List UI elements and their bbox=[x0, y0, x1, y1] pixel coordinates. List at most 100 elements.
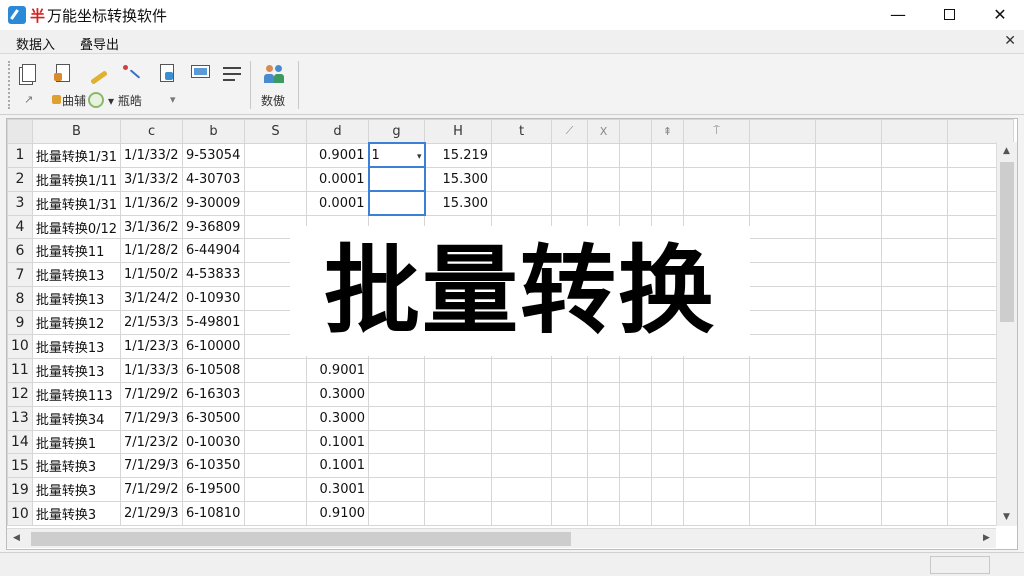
table-cell[interactable] bbox=[651, 142, 685, 168]
table-cell[interactable] bbox=[491, 357, 553, 383]
table-cell[interactable] bbox=[881, 214, 949, 240]
settings-icon[interactable] bbox=[222, 63, 244, 85]
table-cell[interactable] bbox=[244, 357, 308, 383]
table-cell[interactable]: 批量转换1/11 bbox=[31, 166, 122, 192]
table-cell[interactable] bbox=[424, 453, 493, 479]
table-cell[interactable] bbox=[815, 310, 883, 336]
table-cell[interactable] bbox=[368, 453, 426, 479]
table-cell[interactable] bbox=[749, 334, 817, 359]
table-cell[interactable] bbox=[881, 453, 949, 479]
table-cell[interactable] bbox=[587, 142, 621, 168]
table-cell[interactable]: 0-10030 bbox=[182, 429, 246, 455]
users-icon[interactable] bbox=[263, 63, 285, 85]
column-header[interactable]: g bbox=[368, 119, 426, 144]
table-cell[interactable] bbox=[619, 381, 653, 407]
table-cell[interactable]: 7/1/29/3 bbox=[120, 405, 184, 431]
table-cell[interactable] bbox=[551, 190, 589, 216]
table-cell[interactable]: 0.3000 bbox=[306, 381, 370, 407]
table-cell[interactable] bbox=[587, 381, 621, 407]
table-cell[interactable] bbox=[683, 405, 751, 431]
table-cell[interactable] bbox=[651, 405, 685, 431]
row-header[interactable]: 2 bbox=[7, 166, 33, 192]
table-cell[interactable]: 2/1/53/3 bbox=[120, 310, 184, 336]
row-header[interactable]: 9 bbox=[7, 310, 33, 336]
table-cell[interactable] bbox=[424, 477, 493, 503]
dropdown-arrow-icon[interactable]: ▾ bbox=[170, 93, 176, 106]
dropdown-arrow-icon[interactable]: ▾ bbox=[417, 152, 422, 162]
table-cell[interactable] bbox=[815, 286, 883, 312]
table-cell[interactable] bbox=[491, 453, 553, 479]
table-cell[interactable] bbox=[749, 477, 817, 503]
table-cell[interactable]: 批量转换13 bbox=[31, 357, 122, 383]
table-cell[interactable]: 4-30703 bbox=[182, 166, 246, 192]
table-cell[interactable]: 批量转换3 bbox=[31, 477, 122, 503]
table-cell[interactable] bbox=[551, 357, 589, 383]
row-header[interactable]: 7 bbox=[7, 262, 33, 288]
table-cell[interactable] bbox=[551, 477, 589, 503]
copy-icon[interactable] bbox=[18, 63, 40, 85]
table-cell[interactable]: 0.1001 bbox=[306, 453, 370, 479]
table-cell[interactable] bbox=[368, 429, 426, 455]
table-cell[interactable] bbox=[619, 357, 653, 383]
table-cell[interactable] bbox=[368, 357, 426, 383]
vertical-scroll-thumb[interactable] bbox=[1000, 162, 1014, 322]
table-cell[interactable] bbox=[551, 453, 589, 479]
vertical-scrollbar[interactable]: ▲ ▼ bbox=[996, 142, 1017, 526]
column-header[interactable]: ⍑ bbox=[683, 119, 751, 144]
table-cell[interactable] bbox=[683, 357, 751, 383]
table-cell[interactable] bbox=[491, 166, 553, 192]
table-cell[interactable] bbox=[587, 453, 621, 479]
scroll-right-icon[interactable]: ▶ bbox=[983, 533, 990, 543]
table-cell[interactable] bbox=[881, 381, 949, 407]
table-cell[interactable] bbox=[881, 357, 949, 383]
table-cell[interactable] bbox=[815, 190, 883, 216]
table-cell[interactable] bbox=[244, 501, 308, 527]
table-cell[interactable]: 1/1/23/3 bbox=[120, 334, 184, 359]
table-cell[interactable]: 批量转换13 bbox=[31, 262, 122, 288]
table-cell[interactable]: 6-10508 bbox=[182, 357, 246, 383]
active-dropdown-cell[interactable]: 1 ▾ bbox=[367, 142, 426, 169]
table-cell[interactable] bbox=[491, 477, 553, 503]
row-header[interactable]: 6 bbox=[7, 238, 33, 264]
table-cell[interactable] bbox=[651, 453, 685, 479]
scroll-up-icon[interactable]: ▲ bbox=[1003, 146, 1010, 156]
row-header[interactable]: 10 bbox=[7, 334, 33, 359]
table-cell[interactable] bbox=[491, 405, 553, 431]
row-header[interactable]: 14 bbox=[7, 429, 33, 455]
table-cell[interactable] bbox=[749, 453, 817, 479]
horizontal-scroll-thumb[interactable] bbox=[31, 532, 571, 546]
row-header[interactable]: 19 bbox=[7, 477, 33, 503]
table-cell[interactable] bbox=[881, 310, 949, 336]
column-header[interactable]: t bbox=[491, 119, 553, 144]
field2-dropdown[interactable]: ▾ 瓶皓 bbox=[108, 92, 142, 109]
table-cell[interactable] bbox=[619, 166, 653, 192]
table-cell[interactable] bbox=[244, 405, 308, 431]
scroll-down-icon[interactable]: ▼ bbox=[1003, 512, 1010, 522]
table-cell[interactable] bbox=[368, 477, 426, 503]
table-cell[interactable]: 批量转换1/31 bbox=[31, 190, 122, 216]
table-cell[interactable]: 批量转换11 bbox=[31, 238, 122, 264]
table-cell[interactable]: 0.9100 bbox=[306, 501, 370, 527]
table-cell[interactable] bbox=[815, 166, 883, 192]
table-cell[interactable]: 0.1001 bbox=[306, 429, 370, 455]
cursor-icon[interactable]: ↗ bbox=[24, 93, 33, 106]
close-button[interactable]: ✕ bbox=[977, 0, 1023, 30]
table-cell[interactable] bbox=[683, 190, 751, 216]
transform-icon[interactable] bbox=[121, 63, 143, 85]
table-cell[interactable] bbox=[491, 190, 553, 216]
table-cell[interactable]: 批量转换1/31 bbox=[31, 142, 122, 168]
table-cell[interactable] bbox=[619, 190, 653, 216]
table-cell[interactable]: 0.0001 bbox=[306, 190, 370, 216]
table-cell[interactable] bbox=[244, 453, 308, 479]
row-header[interactable]: 10 bbox=[7, 501, 33, 527]
table-cell[interactable]: 0.9001 bbox=[306, 142, 370, 168]
table-cell[interactable] bbox=[881, 238, 949, 264]
menu-data-input[interactable]: 数据入 bbox=[16, 34, 55, 53]
table-cell[interactable] bbox=[587, 501, 621, 527]
column-header[interactable]: d bbox=[306, 119, 370, 144]
radio-icon[interactable] bbox=[88, 92, 104, 108]
table-cell[interactable]: 6-16303 bbox=[182, 381, 246, 407]
table-cell[interactable] bbox=[651, 190, 685, 216]
table-cell[interactable] bbox=[815, 214, 883, 240]
table-cell[interactable]: 6-10350 bbox=[182, 453, 246, 479]
